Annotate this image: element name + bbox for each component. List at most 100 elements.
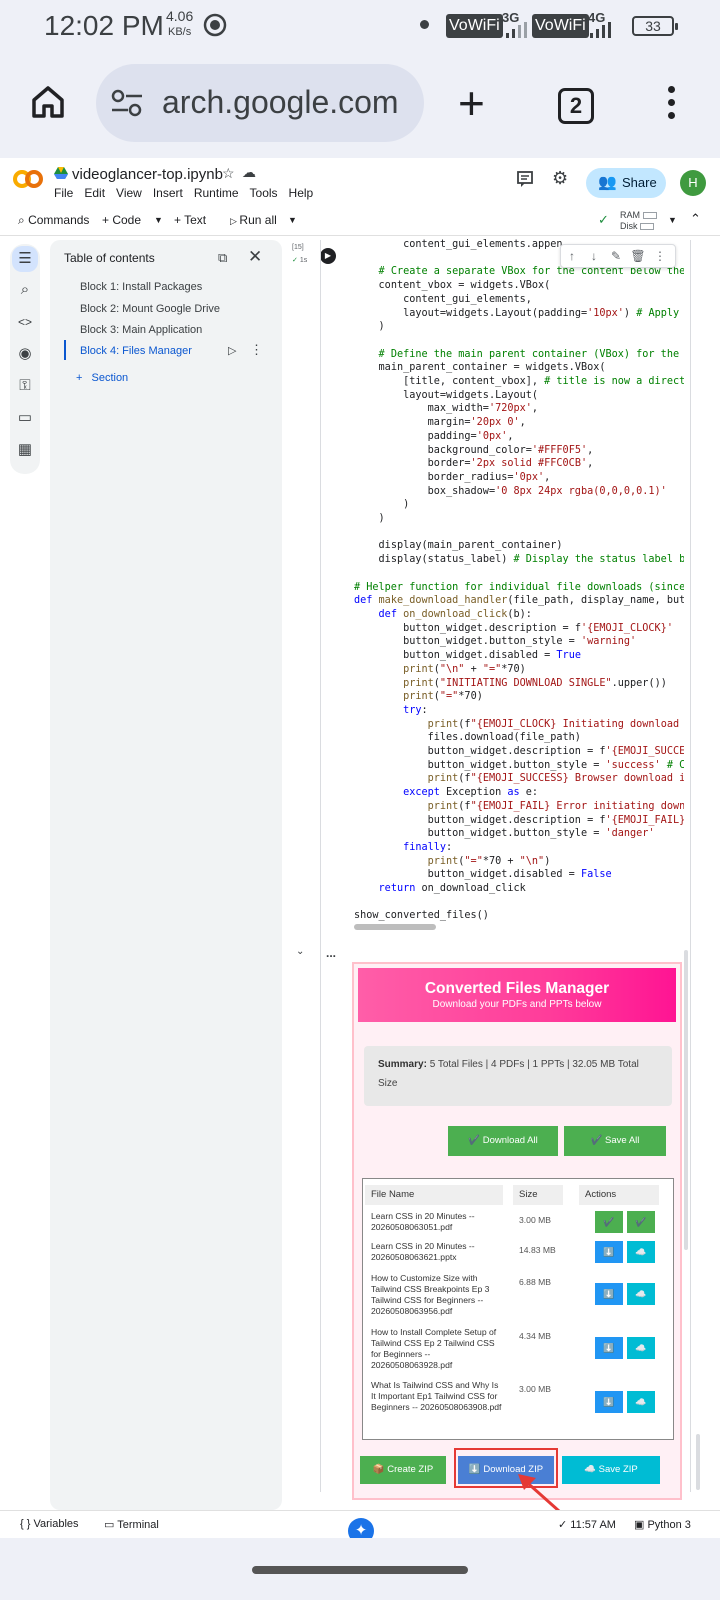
output-scrollbar[interactable] — [684, 950, 688, 1250]
add-code-button[interactable]: + Code — [102, 213, 141, 227]
download-all-button[interactable]: ✔️ Download All — [448, 1126, 558, 1156]
delete-icon[interactable]: 🗑 — [627, 245, 649, 267]
code-horizontal-scrollbar[interactable] — [354, 924, 436, 930]
files-folder-icon[interactable]: ▭ — [15, 408, 35, 428]
star-icon[interactable]: ☆ — [222, 165, 235, 182]
output-ellipsis[interactable]: ... — [326, 946, 336, 960]
menu-file[interactable]: File — [54, 186, 73, 200]
settings-gear-icon[interactable]: ⚙ — [552, 168, 568, 189]
resource-meter[interactable]: RAM Disk — [620, 210, 657, 232]
browser-toolbar: arch.google.com + 2 — [0, 52, 720, 158]
variables-icon[interactable]: ◉ — [15, 344, 35, 364]
row-download-button[interactable]: ⬇️ — [595, 1391, 623, 1413]
move-down-icon[interactable]: ↓ — [583, 245, 605, 267]
variables-button[interactable]: { } Variables — [20, 1518, 79, 1530]
browser-menu-icon[interactable] — [668, 86, 675, 125]
save-all-button[interactable]: ✔️ Save All — [564, 1126, 666, 1156]
home-gesture-pill[interactable] — [252, 1566, 468, 1574]
code-line: button_widget.button_style = 'warning' — [403, 636, 637, 648]
toc-icon[interactable]: ☰ — [12, 246, 38, 272]
row-download-button[interactable]: ⬇️ — [595, 1337, 623, 1359]
row-save-button[interactable]: ☁️ — [627, 1283, 655, 1305]
site-settings-icon[interactable] — [110, 88, 144, 123]
runtime-type[interactable]: ▣ Python 3 — [634, 1518, 691, 1531]
row-file-name: What Is Tailwind CSS and Why Is It Impor… — [371, 1380, 502, 1412]
run-all-dropdown-icon[interactable]: ▼ — [288, 215, 297, 225]
edit-pencil-icon[interactable]: ✎ — [605, 245, 627, 267]
code-line: main_parent_container = widgets.VBox( — [378, 362, 606, 374]
row-save-button[interactable]: ✔️ — [627, 1211, 655, 1233]
signal-icon-2 — [590, 22, 612, 43]
code-line: print("="*70) — [403, 691, 483, 703]
avatar[interactable]: H — [680, 170, 706, 196]
run-cell-button[interactable]: ▶ — [320, 248, 336, 264]
code-line: button_widget.button_style = 'success' #… — [427, 759, 684, 771]
code-line: def on_download_click(b): — [378, 608, 532, 620]
tab-switcher-button[interactable]: 2 — [558, 88, 594, 124]
toc-item-block-2[interactable]: Block 2: Mount Google Drive — [80, 303, 220, 315]
output-collapse-chevron-icon[interactable]: ⌄ — [296, 946, 304, 957]
row-save-button[interactable]: ☁️ — [627, 1337, 655, 1359]
runtime-dropdown-icon[interactable]: ▼ — [668, 215, 677, 225]
menu-tools[interactable]: Tools — [250, 186, 278, 200]
code-line: button_widget.disabled = False — [427, 869, 612, 881]
braces-icon: { } — [20, 1518, 34, 1530]
create-zip-button[interactable]: 📦 Create ZIP — [360, 1456, 446, 1484]
share-button[interactable]: 👥 Share — [586, 168, 666, 198]
add-section-button[interactable]: + Section — [76, 372, 128, 384]
cell-exec-time: ✓ 1s — [292, 257, 308, 264]
section-more-icon[interactable]: ⋮ — [250, 342, 263, 358]
code-line: display(status_label) # Display the stat… — [378, 554, 684, 566]
move-up-icon[interactable]: ↑ — [561, 245, 583, 267]
new-tab-icon[interactable]: + — [458, 80, 485, 126]
toc-item-block-4[interactable]: Block 4: Files Manager — [80, 345, 192, 357]
code-line: background_color='#FFF0F5', — [427, 444, 594, 456]
run-section-icon[interactable]: ▷ — [228, 344, 236, 357]
close-icon[interactable]: ✕ — [248, 247, 262, 267]
code-line: padding='0px', — [427, 430, 514, 442]
code-line: button_widget.button_style = 'danger' — [427, 828, 655, 840]
code-line: print(f"{EMOJI_SUCCESS} Browser download… — [427, 773, 684, 785]
code-line: box_shadow='0 8px 24px rgba(0,0,0,0.1)' — [427, 485, 667, 497]
row-save-button[interactable]: ☁️ — [627, 1241, 655, 1263]
comment-icon[interactable] — [516, 170, 534, 193]
code-line: print(f"{EMOJI_CLOCK} Initiating downloa… — [427, 718, 680, 730]
data-table-icon[interactable]: ▦ — [15, 440, 35, 460]
hotspot-icon — [202, 12, 228, 37]
find-icon[interactable]: ⌕ — [15, 280, 35, 300]
code-dropdown-icon[interactable]: ▼ — [154, 215, 163, 225]
code-line: button_widget.disabled = True — [403, 650, 581, 662]
url-text[interactable]: arch.google.com — [162, 84, 399, 121]
row-download-button[interactable]: ✔️ — [595, 1211, 623, 1233]
secrets-key-icon[interactable]: ⚿ — [15, 376, 35, 396]
add-text-button[interactable]: + Text — [174, 213, 206, 227]
code-line: display(main_parent_container) — [378, 540, 563, 552]
menu-edit[interactable]: Edit — [84, 186, 105, 200]
collapse-chevron-icon[interactable]: ⌃ — [690, 211, 701, 227]
row-file-name: How to Customize Size with Tailwind CSS … — [371, 1273, 490, 1316]
notebook-title[interactable]: videoglancer-top.ipynb — [72, 166, 223, 183]
open-in-tab-icon[interactable]: ⧉ — [218, 250, 227, 266]
code-editor[interactable]: content_gui_elements.appen​ # Create a s… — [354, 238, 684, 938]
home-icon[interactable] — [28, 82, 68, 127]
row-download-button[interactable]: ⬇️ — [595, 1283, 623, 1305]
toc-item-block-3[interactable]: Block 3: Main Application — [80, 324, 202, 336]
commands-button[interactable]: ⌕ Commands — [18, 213, 89, 228]
code-snippets-icon[interactable]: <> — [15, 312, 35, 332]
output-scrollbar-2[interactable] — [696, 1434, 700, 1490]
toc-item-block-1[interactable]: Block 1: Install Packages — [80, 281, 202, 293]
table-of-contents-panel: Table of contents ⧉ ✕ Block 1: Install P… — [50, 240, 282, 1510]
cell-more-icon[interactable]: ⋮ — [649, 245, 671, 267]
colab-logo[interactable] — [12, 168, 44, 195]
run-all-button[interactable]: ▷ Run all — [230, 213, 277, 227]
row-download-button[interactable]: ⬇️ — [595, 1241, 623, 1263]
system-status-bar: 12:02 PM 4.06 KB/s VoWiFi 3G VoWiFi 4G 33 — [0, 0, 720, 52]
code-line: content_vbox = widgets.VBox( — [378, 280, 551, 292]
menu-runtime[interactable]: Runtime — [194, 186, 239, 200]
menu-insert[interactable]: Insert — [153, 186, 183, 200]
menu-help[interactable]: Help — [289, 186, 314, 200]
row-save-button[interactable]: ☁️ — [627, 1391, 655, 1413]
menu-view[interactable]: View — [116, 186, 142, 200]
execution-status[interactable]: ✓ 11:57 AM — [558, 1518, 616, 1531]
terminal-button[interactable]: ▭ Terminal — [104, 1518, 159, 1531]
